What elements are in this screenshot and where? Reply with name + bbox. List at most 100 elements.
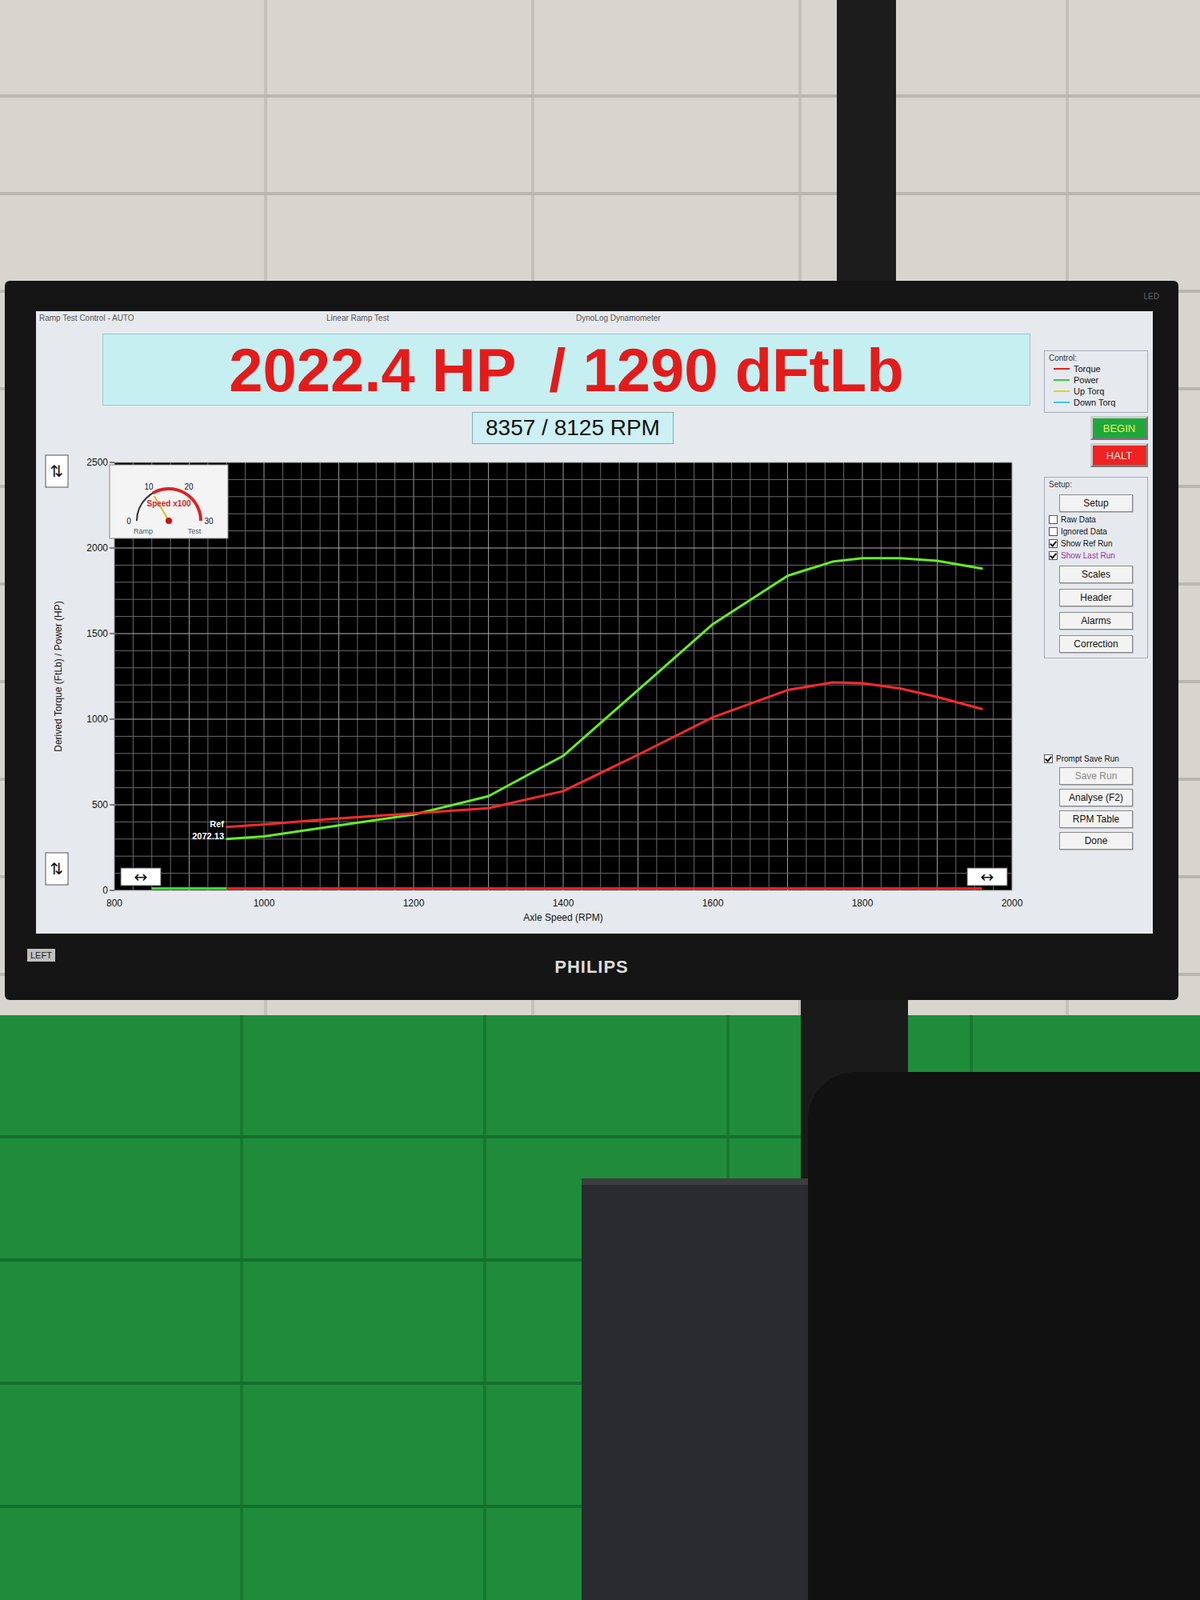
setup-action-button[interactable]: Correction: [1059, 635, 1133, 653]
grid-line: [114, 548, 1012, 549]
grid-line: [656, 462, 657, 891]
cables: [808, 1072, 1200, 1600]
grid-line: [114, 719, 1012, 720]
monitor: LEDRamp Test Control - AUTOLinear Ramp T…: [4, 280, 1179, 1000]
grid-line: [114, 821, 1012, 823]
x-tick: 1200: [403, 897, 425, 909]
gauge-tick: 0: [126, 516, 132, 526]
scroll-button[interactable]: ↔: [120, 867, 161, 887]
setup-button[interactable]: Setup: [1059, 494, 1133, 512]
setup-action-button[interactable]: Header: [1059, 588, 1133, 607]
checkbox-label: Show Last Run: [1060, 551, 1116, 560]
scroll-arrow-icon[interactable]: ↔: [134, 867, 148, 887]
gauge-title: Speed x100: [146, 499, 191, 508]
grid-line: [114, 701, 1012, 703]
grid-line: [675, 462, 676, 891]
gauge-hub: [165, 517, 172, 524]
data-point: [225, 826, 228, 828]
test-mode: Linear Ramp Test: [326, 313, 576, 323]
setup-action-button[interactable]: Alarms: [1059, 612, 1133, 630]
scroll-button[interactable]: ↔: [967, 867, 1008, 887]
run-button[interactable]: RPM Table: [1059, 810, 1133, 828]
grid-line: [731, 462, 732, 891]
grid-line: [114, 872, 1012, 874]
y-tick: 2000: [86, 542, 108, 554]
checkbox[interactable]: [1048, 551, 1058, 560]
tick-mark: [109, 633, 115, 635]
run-button[interactable]: Analyse (F2): [1059, 788, 1133, 807]
checkbox-row[interactable]: Ignored Data: [1048, 527, 1144, 536]
data-point: [636, 688, 639, 691]
y-tick: 500: [92, 799, 108, 811]
grid-line: [114, 752, 1012, 754]
scroll-button-face[interactable]: [120, 868, 161, 886]
grid-line: [114, 513, 1012, 515]
grid-line: [506, 462, 508, 891]
grid-line: [974, 462, 976, 891]
scroll-arrow-icon[interactable]: ⇅: [50, 859, 64, 879]
data-point: [831, 560, 833, 563]
checkbox-row[interactable]: Show Ref Run: [1048, 539, 1144, 548]
x-tick: 1400: [552, 897, 575, 909]
checkbox-row[interactable]: Prompt Save Run: [1044, 754, 1148, 764]
grid-line: [469, 462, 471, 891]
scroll-button[interactable]: ⇅: [45, 852, 68, 885]
checkbox[interactable]: [1044, 754, 1053, 764]
data-point: [831, 681, 833, 684]
legend-label: Down Torq: [1073, 397, 1116, 408]
tick-mark: [109, 462, 115, 464]
begin-button[interactable]: BEGIN: [1090, 416, 1148, 440]
x-tick: 1000: [253, 897, 276, 909]
data-point: [712, 623, 714, 625]
data-point: [980, 567, 983, 569]
grid-line: [114, 530, 1012, 532]
legend-swatch: [1053, 390, 1070, 392]
x-tick: 800: [106, 897, 123, 909]
scroll-arrow-icon[interactable]: ⇅: [50, 461, 64, 481]
grid-line: [432, 462, 433, 891]
grid-line: [114, 581, 1012, 583]
x-tick: 1600: [702, 897, 724, 909]
grid-line: [114, 599, 1012, 600]
grid-line: [488, 462, 489, 891]
scroll-button[interactable]: ⇅: [45, 455, 68, 488]
y-tick: 1500: [86, 628, 108, 640]
run-button[interactable]: Done: [1059, 832, 1133, 850]
series-line: [226, 558, 982, 840]
tick-mark: [109, 890, 115, 892]
halt-button[interactable]: HALT: [1090, 443, 1148, 468]
legend-swatch: [1053, 379, 1070, 381]
checkbox[interactable]: [1048, 539, 1058, 548]
scroll-button-face[interactable]: [967, 868, 1008, 886]
y-axis-title: Derived Torque (FtLb) / Power (HP): [52, 600, 64, 752]
scroll-button-face[interactable]: [45, 455, 68, 488]
grid-line: [320, 462, 321, 891]
setup-action-button[interactable]: Scales: [1059, 565, 1133, 584]
legend-item: Down Torq: [1048, 397, 1144, 408]
grid-line: [114, 787, 1012, 788]
checkbox-row[interactable]: Show Last Run: [1048, 551, 1144, 560]
checkbox-row[interactable]: Raw Data: [1048, 515, 1144, 524]
group-title: Control:: [1048, 353, 1144, 363]
grid-line: [114, 496, 1012, 497]
grid-line: [114, 838, 1012, 840]
data-point: [487, 807, 489, 809]
checkbox-label: Raw Data: [1060, 515, 1096, 524]
legend-label: Power: [1073, 375, 1099, 385]
scroll-arrow-icon[interactable]: ↔: [980, 867, 995, 887]
grid-line: [768, 462, 770, 891]
data-point: [861, 682, 864, 684]
grid-line: [862, 462, 864, 891]
ref-label: Ref: [209, 819, 224, 829]
grid-line: [114, 804, 1012, 806]
y-tick: 2500: [86, 456, 108, 468]
grid-line: [114, 667, 1012, 668]
grid-line: [114, 479, 1012, 480]
gauge-mode: Ramp: [133, 527, 153, 536]
scroll-button-face[interactable]: [45, 852, 68, 885]
checkbox[interactable]: [1048, 515, 1058, 524]
data-point: [861, 557, 864, 560]
setup-group: Setup:SetupRaw DataIgnored DataShow Ref …: [1044, 476, 1148, 659]
checkbox[interactable]: [1048, 527, 1058, 536]
x-axis-title: Axle Speed (RPM): [523, 912, 603, 924]
